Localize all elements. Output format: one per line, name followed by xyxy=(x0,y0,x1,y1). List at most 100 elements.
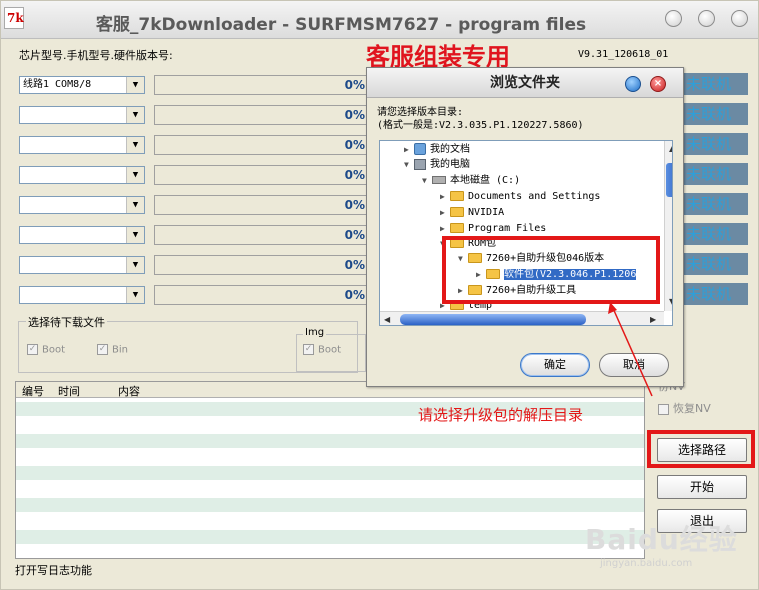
annotation-highlight-box xyxy=(442,236,660,304)
port-combo[interactable]: ▼ xyxy=(19,136,145,154)
table-row[interactable] xyxy=(16,434,644,448)
connection-status: 未联机 xyxy=(684,253,748,275)
scrollbar-thumb[interactable] xyxy=(400,314,586,325)
watermark-url: jingyan.baidu.com xyxy=(600,558,693,569)
title-bar: 7k 客服_7kDownloader - SURFMSM7627 - progr… xyxy=(1,1,758,39)
progress-bar: 0% xyxy=(154,195,369,215)
ok-button[interactable]: 确定 xyxy=(520,353,590,377)
progress-bar: 0% xyxy=(154,285,369,305)
connection-status: 未联机 xyxy=(684,193,748,215)
drive-icon xyxy=(432,176,446,184)
port-combo[interactable]: ▼ xyxy=(19,166,145,184)
tree-item-my-documents[interactable]: ▶ 我的文档 xyxy=(404,143,470,157)
tree-item-folder[interactable]: ▶ Documents and Settings xyxy=(440,190,600,204)
progress-percent: 0% xyxy=(344,228,365,242)
connection-status: 未联机 xyxy=(684,163,748,185)
port-combo[interactable]: 线路1 COM8/8 ▼ xyxy=(19,76,145,94)
file-select-group-label: 选择待下载文件 xyxy=(26,314,107,330)
table-row[interactable] xyxy=(16,466,644,480)
chevron-down-icon[interactable]: ▼ xyxy=(126,167,144,183)
status-text: 打开写日志功能 xyxy=(15,564,92,577)
scroll-up-icon[interactable]: ▲ xyxy=(669,144,672,153)
start-button[interactable]: 开始 xyxy=(657,475,747,499)
connection-status: 未联机 xyxy=(684,283,748,305)
boot-checkbox-label: Boot xyxy=(42,344,66,356)
document-icon xyxy=(414,143,426,155)
progress-bar: 0% xyxy=(154,255,369,275)
progress-bar: 0% xyxy=(154,135,369,155)
connection-status: 未联机 xyxy=(684,223,748,245)
progress-percent: 0% xyxy=(344,198,365,212)
expand-icon[interactable]: ▶ xyxy=(440,222,450,236)
column-header-number[interactable]: 编号 xyxy=(22,383,44,399)
restore-nv-label: 恢复NV xyxy=(673,402,711,415)
progress-percent: 0% xyxy=(344,108,365,122)
expand-icon[interactable]: ▶ xyxy=(404,143,414,157)
scrollbar-thumb[interactable] xyxy=(666,163,672,197)
img-boot-checkbox-label: Boot xyxy=(318,344,342,356)
port-combo-value: 线路1 COM8/8 xyxy=(23,79,92,90)
table-row[interactable] xyxy=(16,498,644,512)
progress-bar: 0% xyxy=(154,165,369,185)
column-header-time[interactable]: 时间 xyxy=(58,383,80,399)
chevron-down-icon[interactable]: ▼ xyxy=(126,137,144,153)
minimize-button[interactable] xyxy=(665,10,682,27)
connection-status: 未联机 xyxy=(684,73,748,95)
restore-nv-checkbox[interactable]: 恢复NV xyxy=(658,400,711,416)
bin-checkbox-label: Bin xyxy=(112,344,128,356)
close-icon[interactable]: × xyxy=(650,76,666,92)
table-row[interactable] xyxy=(16,530,644,544)
port-combo[interactable]: ▼ xyxy=(19,256,145,274)
bin-checkbox[interactable]: ✓ Bin xyxy=(97,344,128,356)
checkbox-icon: ✓ xyxy=(27,344,38,355)
collapse-icon[interactable]: ▼ xyxy=(422,174,432,188)
chevron-down-icon[interactable]: ▼ xyxy=(126,257,144,273)
help-icon[interactable] xyxy=(625,76,641,92)
computer-icon xyxy=(414,158,426,170)
dialog-prompt: 请您选择版本目录: (格式一般是:V2.3.035.P1.120227.5860… xyxy=(377,106,584,132)
port-combo[interactable]: ▼ xyxy=(19,226,145,244)
port-combo[interactable]: ▼ xyxy=(19,106,145,124)
tree-item-label: 本地磁盘 (C:) xyxy=(450,175,521,186)
chevron-down-icon[interactable]: ▼ xyxy=(126,77,144,93)
vertical-scrollbar[interactable]: ▲ ▼ xyxy=(664,141,672,311)
progress-percent: 0% xyxy=(344,258,365,272)
scroll-down-icon[interactable]: ▼ xyxy=(669,297,672,306)
close-button[interactable] xyxy=(731,10,748,27)
expand-icon[interactable]: ▶ xyxy=(440,190,450,204)
expand-icon[interactable]: ▶ xyxy=(440,206,450,220)
port-combo[interactable]: ▼ xyxy=(19,196,145,214)
chevron-down-icon[interactable]: ▼ xyxy=(126,227,144,243)
tree-item-my-computer[interactable]: ▼ 我的电脑 xyxy=(404,158,470,172)
tree-item-label: NVIDIA xyxy=(468,207,505,218)
watermark: Baidu经验 xyxy=(585,523,738,556)
annotation-highlight-box xyxy=(647,430,755,468)
column-header-content[interactable]: 内容 xyxy=(118,383,140,399)
collapse-icon[interactable]: ▼ xyxy=(404,158,414,172)
prompt-line: 请您选择版本目录: xyxy=(377,107,464,118)
chevron-down-icon[interactable]: ▼ xyxy=(126,197,144,213)
folder-icon xyxy=(450,191,464,201)
annotation-text: 请选择升级包的解压目录 xyxy=(418,406,584,424)
progress-bar: 0% xyxy=(154,105,369,125)
img-boot-checkbox[interactable]: ✓ Boot xyxy=(303,344,341,356)
tree-item-folder[interactable]: ▶ Program Files xyxy=(440,222,546,236)
chevron-down-icon[interactable]: ▼ xyxy=(126,287,144,303)
tree-item-label: Program Files xyxy=(468,223,547,234)
tree-item-folder[interactable]: ▶ NVIDIA xyxy=(440,206,504,220)
tree-item-local-disk[interactable]: ▼ 本地磁盘 (C:) xyxy=(422,174,520,188)
checkbox-icon: ✓ xyxy=(97,344,108,355)
chevron-down-icon[interactable]: ▼ xyxy=(126,107,144,123)
chip-info-label: 芯片型号.手机型号.硬件版本号: xyxy=(19,49,173,62)
window-title: 客服_7kDownloader - SURFMSM7627 - program … xyxy=(95,15,587,35)
checkbox-icon xyxy=(658,403,669,415)
prompt-format-line: (格式一般是:V2.3.035.P1.120227.5860) xyxy=(377,120,584,131)
scroll-left-icon[interactable]: ◀ xyxy=(384,315,390,324)
maximize-button[interactable] xyxy=(698,10,715,27)
boot-checkbox[interactable]: ✓ Boot xyxy=(27,344,65,356)
annotation-arrow-icon xyxy=(608,302,653,397)
folder-icon xyxy=(450,207,464,217)
port-combo[interactable]: ▼ xyxy=(19,286,145,304)
progress-bar: 0% xyxy=(154,75,369,95)
progress-percent: 0% xyxy=(344,288,365,302)
